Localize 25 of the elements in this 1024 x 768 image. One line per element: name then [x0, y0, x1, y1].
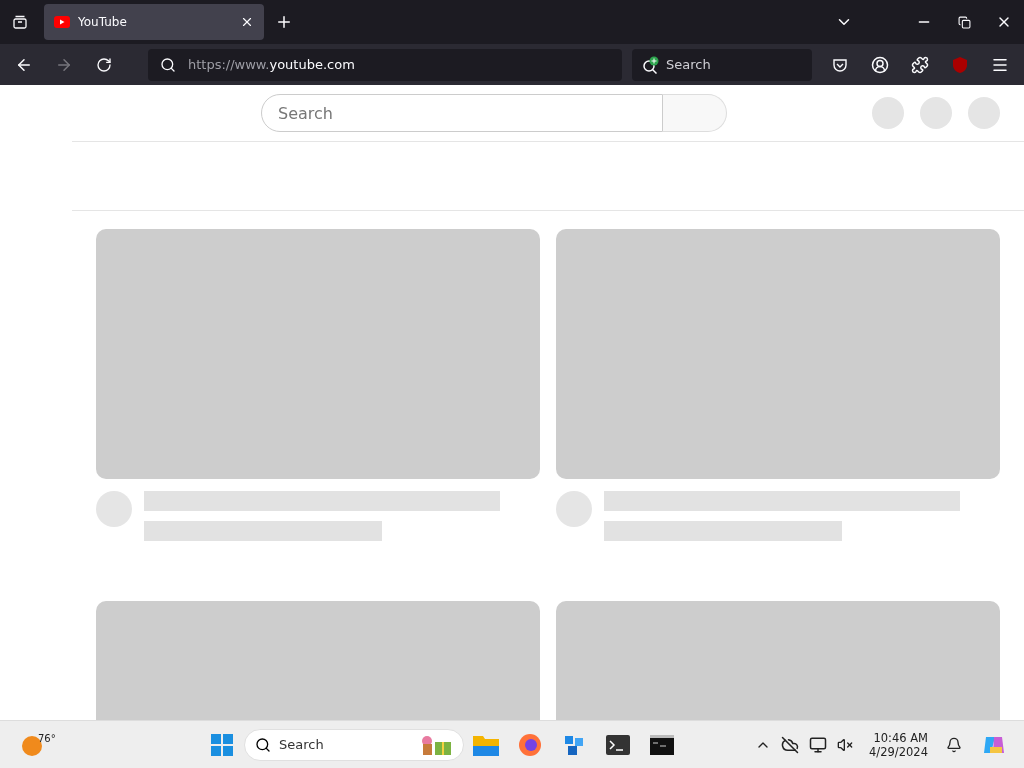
search-icon [255, 736, 271, 753]
avatar-placeholder [96, 491, 132, 527]
address-field[interactable]: https://www.youtube.com [148, 48, 622, 81]
search-icon [160, 56, 176, 73]
close-icon[interactable] [240, 15, 254, 29]
icon-placeholder [920, 97, 952, 129]
network-icon[interactable] [809, 735, 828, 754]
url-text: https://www.youtube.com [188, 57, 355, 72]
search-field[interactable]: Search [632, 48, 812, 81]
gift-icon [419, 734, 453, 755]
icon-placeholder [872, 97, 904, 129]
clock[interactable]: 10:46 AM 4/29/2024 [869, 730, 928, 759]
avatar-placeholder [968, 97, 1000, 129]
volume-muted-icon[interactable] [837, 736, 854, 753]
temperature: 76° [38, 732, 56, 744]
avatar-placeholder [556, 491, 592, 527]
search-plus-icon [642, 55, 660, 74]
time: 10:46 AM [873, 730, 928, 745]
browser-tab[interactable]: YouTube [44, 4, 264, 40]
video-logo-icon [54, 16, 70, 28]
taskbar-search-field[interactable]: Search [244, 728, 464, 761]
cloud-off-icon[interactable] [781, 735, 800, 754]
date: 4/29/2024 [869, 744, 928, 759]
bell-icon[interactable] [946, 736, 962, 753]
tab-title: YouTube [78, 15, 128, 29]
